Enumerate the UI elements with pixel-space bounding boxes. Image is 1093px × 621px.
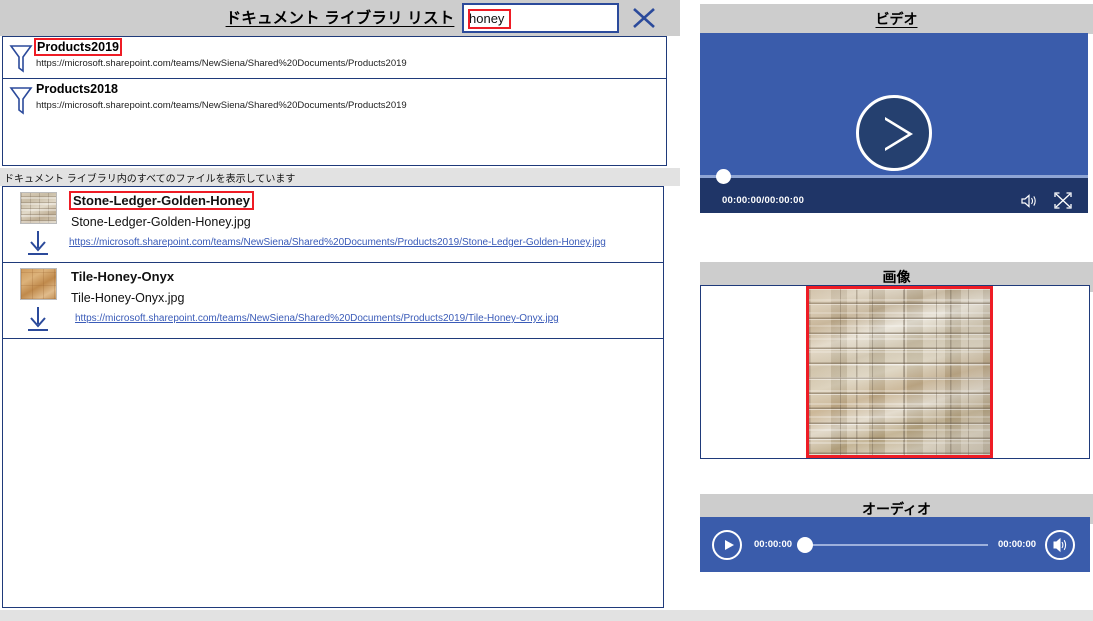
audio-progress-slider[interactable] <box>797 537 988 553</box>
video-control-icons <box>1020 192 1072 213</box>
funnel-filter-icon <box>9 85 33 117</box>
library-name: Products2018 <box>36 82 118 96</box>
file-url-link[interactable]: https://microsoft.sharepoint.com/teams/N… <box>75 313 559 324</box>
library-row-products2019[interactable]: Products2019 https://microsoft.sharepoin… <box>3 37 666 79</box>
file-row-tile-honey-onyx[interactable]: Tile-Honey-Onyx Tile-Honey-Onyx.jpg http… <box>3 263 663 339</box>
play-triangle <box>725 540 734 550</box>
status-text: ドキュメント ライブラリ内のすべてのファイルを表示しています <box>4 173 296 185</box>
bottom-strip <box>0 610 1093 621</box>
media-preview-panel: ビデオ 00:00:00/00:00:00 画像 オーディオ 00:00:00 … <box>700 0 1093 621</box>
library-url: https://microsoft.sharepoint.com/teams/N… <box>36 58 407 69</box>
audio-player: 00:00:00 00:00:00 <box>700 517 1090 572</box>
video-section-heading: ビデオ <box>700 4 1093 34</box>
funnel-filter-icon <box>9 43 33 75</box>
file-thumbnail <box>20 268 57 300</box>
left-panel-header: ドキュメント ライブラリ リスト <box>0 0 680 36</box>
image-preview-highlighted[interactable] <box>806 286 993 458</box>
video-progress-slider[interactable] <box>700 169 1088 184</box>
file-title: Stone-Ledger-Golden-Honey <box>69 191 254 210</box>
status-bar: ドキュメント ライブラリ内のすべてのファイルを表示しています <box>0 168 680 186</box>
search-input[interactable] <box>467 8 615 28</box>
audio-play-button-icon[interactable] <box>712 530 742 560</box>
file-thumbnail <box>20 192 57 224</box>
library-list: Products2019 https://microsoft.sharepoin… <box>2 36 667 166</box>
stone-ledger-image <box>809 289 990 455</box>
video-player[interactable]: 00:00:00/00:00:00 <box>700 33 1088 213</box>
close-icon[interactable] <box>629 4 659 32</box>
download-arrow-icon[interactable] <box>23 229 53 257</box>
library-row-products2018[interactable]: Products2018 https://microsoft.sharepoin… <box>3 79 666 121</box>
play-triangle-inner <box>885 120 908 148</box>
volume-icon[interactable] <box>1045 530 1075 560</box>
audio-current-time: 00:00:00 <box>754 539 793 550</box>
library-name: Products2019 <box>34 38 122 56</box>
file-url-link[interactable]: https://microsoft.sharepoint.com/teams/N… <box>69 237 606 248</box>
download-arrow-icon[interactable] <box>23 305 53 333</box>
document-library-panel: ドキュメント ライブラリ リスト Products2019 <box>0 0 680 610</box>
video-controls-bar: 00:00:00/00:00:00 <box>700 169 1088 213</box>
video-progress-knob[interactable] <box>716 169 731 184</box>
image-preview-container <box>700 285 1090 459</box>
play-triangle <box>885 117 913 151</box>
library-url: https://microsoft.sharepoint.com/teams/N… <box>36 100 407 111</box>
audio-progress-knob[interactable] <box>797 537 813 553</box>
fullscreen-icon[interactable] <box>1054 192 1072 213</box>
file-name: Stone-Ledger-Golden-Honey.jpg <box>71 215 251 229</box>
video-time-display: 00:00:00/00:00:00 <box>722 195 805 206</box>
search-box[interactable] <box>462 3 619 33</box>
app-window: ドキュメント ライブラリ リスト Products2019 <box>0 0 1093 621</box>
audio-total-time: 00:00:00 <box>998 539 1037 550</box>
file-row-stone-ledger[interactable]: Stone-Ledger-Golden-Honey Stone-Ledger-G… <box>3 187 663 263</box>
file-list: Stone-Ledger-Golden-Honey Stone-Ledger-G… <box>2 186 664 608</box>
volume-icon[interactable] <box>1020 193 1038 214</box>
file-name: Tile-Honey-Onyx.jpg <box>71 291 185 305</box>
video-play-button-icon[interactable] <box>856 95 932 171</box>
file-title: Tile-Honey-Onyx <box>71 269 175 284</box>
